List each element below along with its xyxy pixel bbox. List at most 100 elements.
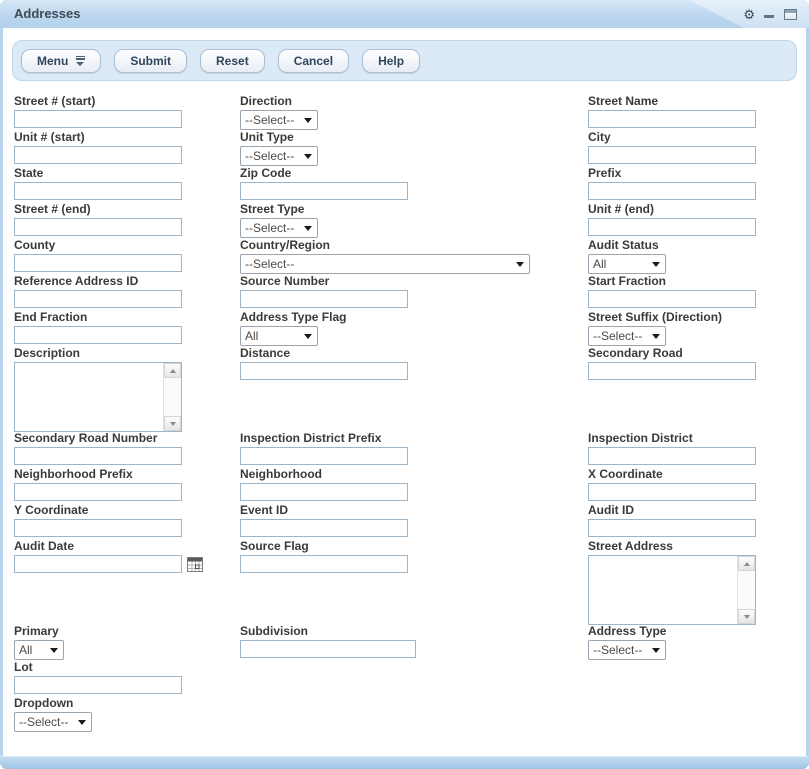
inspection-district-prefix-label: Inspection District Prefix bbox=[240, 432, 408, 445]
lot-input[interactable] bbox=[14, 676, 182, 694]
scrollbar-track bbox=[738, 571, 755, 609]
dropdown-label: Dropdown bbox=[14, 697, 92, 710]
maximize-icon[interactable] bbox=[784, 9, 797, 20]
unit-number-end-input[interactable] bbox=[588, 218, 756, 236]
source-number-input[interactable] bbox=[240, 290, 408, 308]
event-id-input[interactable] bbox=[240, 519, 408, 537]
unit-type-select[interactable]: --Select-- bbox=[240, 146, 318, 166]
street-address-textarea-input[interactable] bbox=[589, 556, 742, 628]
country-region-select[interactable]: --Select-- bbox=[240, 254, 530, 274]
prefix-input[interactable] bbox=[588, 182, 756, 200]
description-textarea-input[interactable] bbox=[15, 363, 168, 435]
y-coordinate-input[interactable] bbox=[14, 519, 182, 537]
description-textarea[interactable] bbox=[14, 362, 182, 432]
audit-status-label: Audit Status bbox=[588, 239, 666, 252]
state-label: State bbox=[14, 167, 182, 180]
window-controls: ⚙ bbox=[743, 0, 797, 28]
source-flag-input[interactable] bbox=[240, 555, 408, 573]
scroll-down-icon[interactable] bbox=[164, 416, 181, 431]
toolbar: Menu Submit Reset Cancel Help bbox=[12, 40, 797, 81]
subdivision-input[interactable] bbox=[240, 640, 416, 658]
address-type-label: Address Type bbox=[588, 625, 666, 638]
street-number-start-input[interactable] bbox=[14, 110, 182, 128]
unit-number-start-input[interactable] bbox=[14, 146, 182, 164]
title-bar: Addresses ⚙ bbox=[0, 0, 809, 28]
distance-input[interactable] bbox=[240, 362, 408, 380]
scroll-up-icon[interactable] bbox=[164, 363, 181, 378]
tools-icon[interactable]: ⚙ bbox=[743, 8, 755, 21]
calendar-icon[interactable] bbox=[186, 557, 203, 573]
audit-status-select[interactable]: All bbox=[588, 254, 666, 274]
window-border-left bbox=[0, 28, 3, 757]
start-fraction-input[interactable] bbox=[588, 290, 756, 308]
menu-dropdown-icon bbox=[75, 56, 85, 66]
street-name-label: Street Name bbox=[588, 95, 756, 108]
state-input[interactable] bbox=[14, 182, 182, 200]
neighborhood-prefix-input[interactable] bbox=[14, 483, 182, 501]
menu-button[interactable]: Menu bbox=[21, 49, 101, 73]
zip-code-input[interactable] bbox=[240, 182, 408, 200]
street-suffix-direction-select[interactable]: --Select-- bbox=[588, 326, 666, 346]
window-border-bottom bbox=[0, 756, 809, 769]
cancel-button[interactable]: Cancel bbox=[278, 49, 349, 73]
calendar-glyph bbox=[187, 557, 203, 572]
source-flag-label: Source Flag bbox=[240, 540, 408, 553]
minimize-icon[interactable] bbox=[764, 8, 775, 20]
street-name-input[interactable] bbox=[588, 110, 756, 128]
primary-label: Primary bbox=[14, 625, 64, 638]
start-fraction-label: Start Fraction bbox=[588, 275, 756, 288]
chevron-down-icon bbox=[304, 154, 312, 159]
reference-address-id-input[interactable] bbox=[14, 290, 182, 308]
inspection-district-input[interactable] bbox=[588, 447, 756, 465]
county-label: County bbox=[14, 239, 182, 252]
street-type-select[interactable]: --Select-- bbox=[240, 218, 318, 238]
scrollbar-track bbox=[164, 378, 181, 416]
chevron-down-icon bbox=[652, 648, 660, 653]
direction-select[interactable]: --Select-- bbox=[240, 110, 318, 130]
street-address-textarea[interactable] bbox=[588, 555, 756, 625]
county-input[interactable] bbox=[14, 254, 182, 272]
country-region-label: Country/Region bbox=[240, 239, 530, 252]
submit-button[interactable]: Submit bbox=[114, 49, 187, 73]
secondary-road-input[interactable] bbox=[588, 362, 756, 380]
help-button[interactable]: Help bbox=[362, 49, 420, 73]
audit-id-label: Audit ID bbox=[588, 504, 756, 517]
primary-select[interactable]: All bbox=[14, 640, 64, 660]
distance-label: Distance bbox=[240, 347, 408, 360]
addresses-window: Addresses ⚙ Menu Submit Reset Cancel Hel… bbox=[0, 0, 809, 769]
inspection-district-prefix-input[interactable] bbox=[240, 447, 408, 465]
secondary-road-number-label: Secondary Road Number bbox=[14, 432, 182, 445]
description-scrollbar[interactable] bbox=[163, 363, 181, 431]
unit-number-start-label: Unit # (start) bbox=[14, 131, 182, 144]
neighborhood-input[interactable] bbox=[240, 483, 408, 501]
event-id-label: Event ID bbox=[240, 504, 408, 517]
end-fraction-input[interactable] bbox=[14, 326, 182, 344]
street-address-scrollbar[interactable] bbox=[737, 556, 755, 624]
chevron-down-icon bbox=[652, 262, 660, 267]
dropdown-select[interactable]: --Select-- bbox=[14, 712, 92, 732]
unit-type-select-value: --Select-- bbox=[245, 149, 294, 163]
address-type-select[interactable]: --Select-- bbox=[588, 640, 666, 660]
end-fraction-label: End Fraction bbox=[14, 311, 182, 324]
scroll-down-icon[interactable] bbox=[738, 609, 755, 624]
address-type-flag-select[interactable]: All bbox=[240, 326, 318, 346]
street-number-start-label: Street # (start) bbox=[14, 95, 182, 108]
audit-date-input[interactable] bbox=[14, 555, 182, 573]
neighborhood-label: Neighborhood bbox=[240, 468, 408, 481]
scroll-up-icon[interactable] bbox=[738, 556, 755, 571]
x-coordinate-input[interactable] bbox=[588, 483, 756, 501]
zip-code-label: Zip Code bbox=[240, 167, 408, 180]
audit-date-label: Audit Date bbox=[14, 540, 182, 553]
street-suffix-direction-label: Street Suffix (Direction) bbox=[588, 311, 722, 324]
reset-button[interactable]: Reset bbox=[200, 49, 265, 73]
street-number-end-input[interactable] bbox=[14, 218, 182, 236]
street-type-label: Street Type bbox=[240, 203, 318, 216]
secondary-road-label: Secondary Road bbox=[588, 347, 756, 360]
city-input[interactable] bbox=[588, 146, 756, 164]
x-coordinate-label: X Coordinate bbox=[588, 468, 756, 481]
secondary-road-number-input[interactable] bbox=[14, 447, 182, 465]
unit-type-label: Unit Type bbox=[240, 131, 318, 144]
primary-select-value: All bbox=[19, 643, 32, 657]
audit-id-input[interactable] bbox=[588, 519, 756, 537]
subdivision-label: Subdivision bbox=[240, 625, 416, 638]
